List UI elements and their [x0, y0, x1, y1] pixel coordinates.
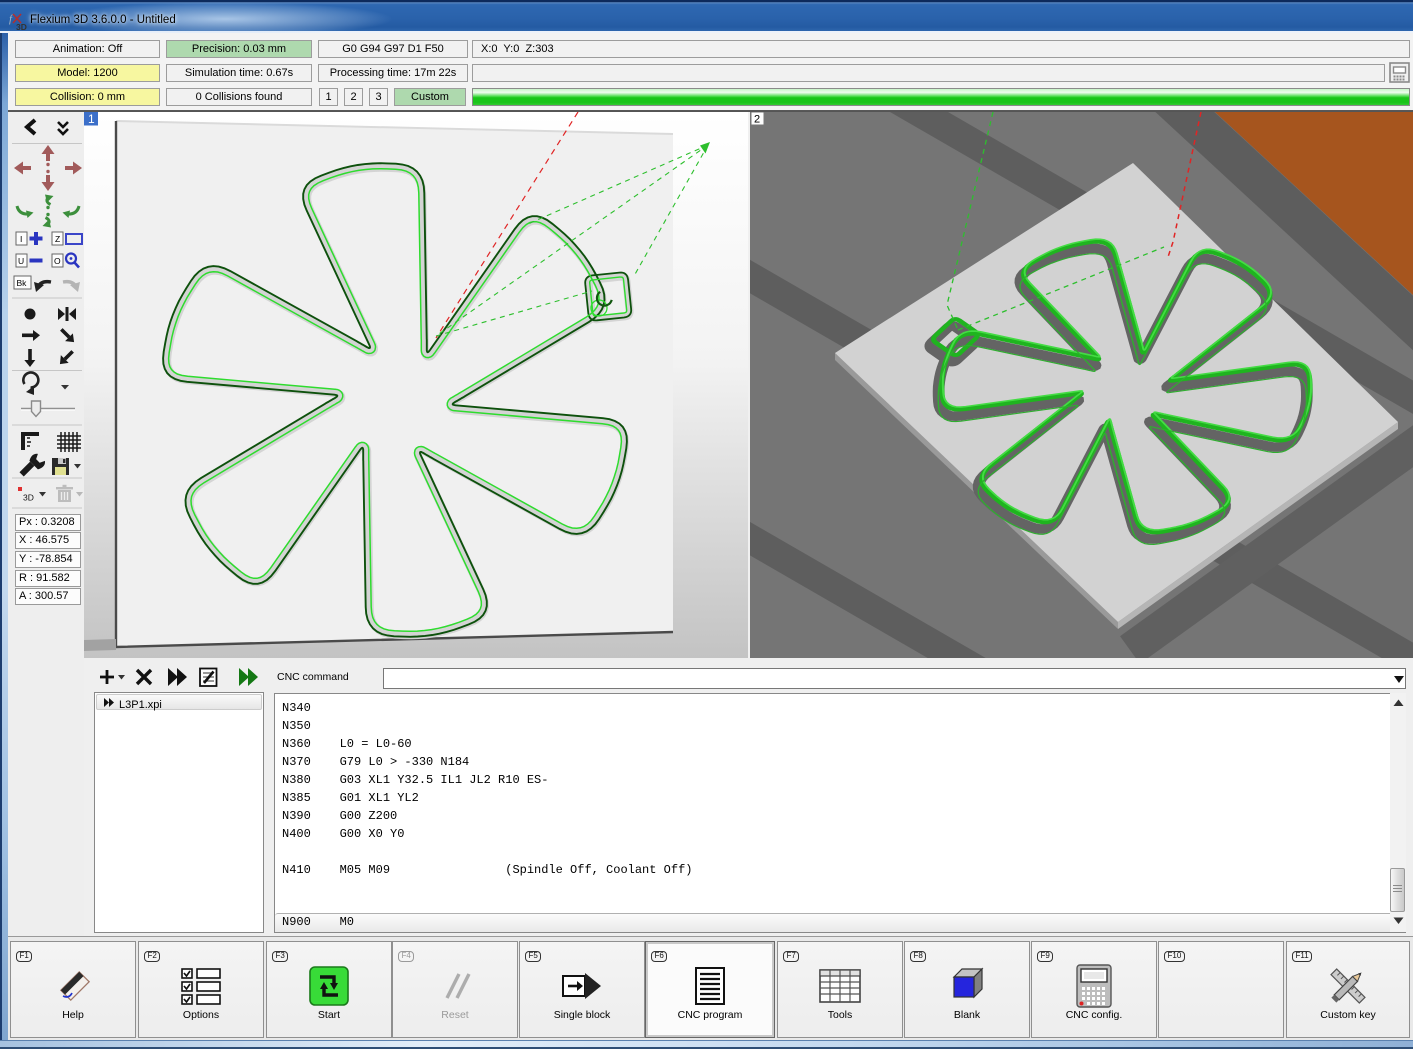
svg-text:3D: 3D — [16, 22, 27, 32]
svg-text:U: U — [18, 256, 24, 266]
svg-text:Bk: Bk — [17, 278, 28, 288]
svg-text:3D: 3D — [23, 493, 34, 503]
svg-text:2: 2 — [754, 114, 760, 126]
svg-text:O: O — [54, 256, 61, 266]
svg-text:1: 1 — [88, 112, 95, 126]
svg-text:Z: Z — [55, 234, 60, 244]
svg-text:I: I — [20, 234, 22, 244]
